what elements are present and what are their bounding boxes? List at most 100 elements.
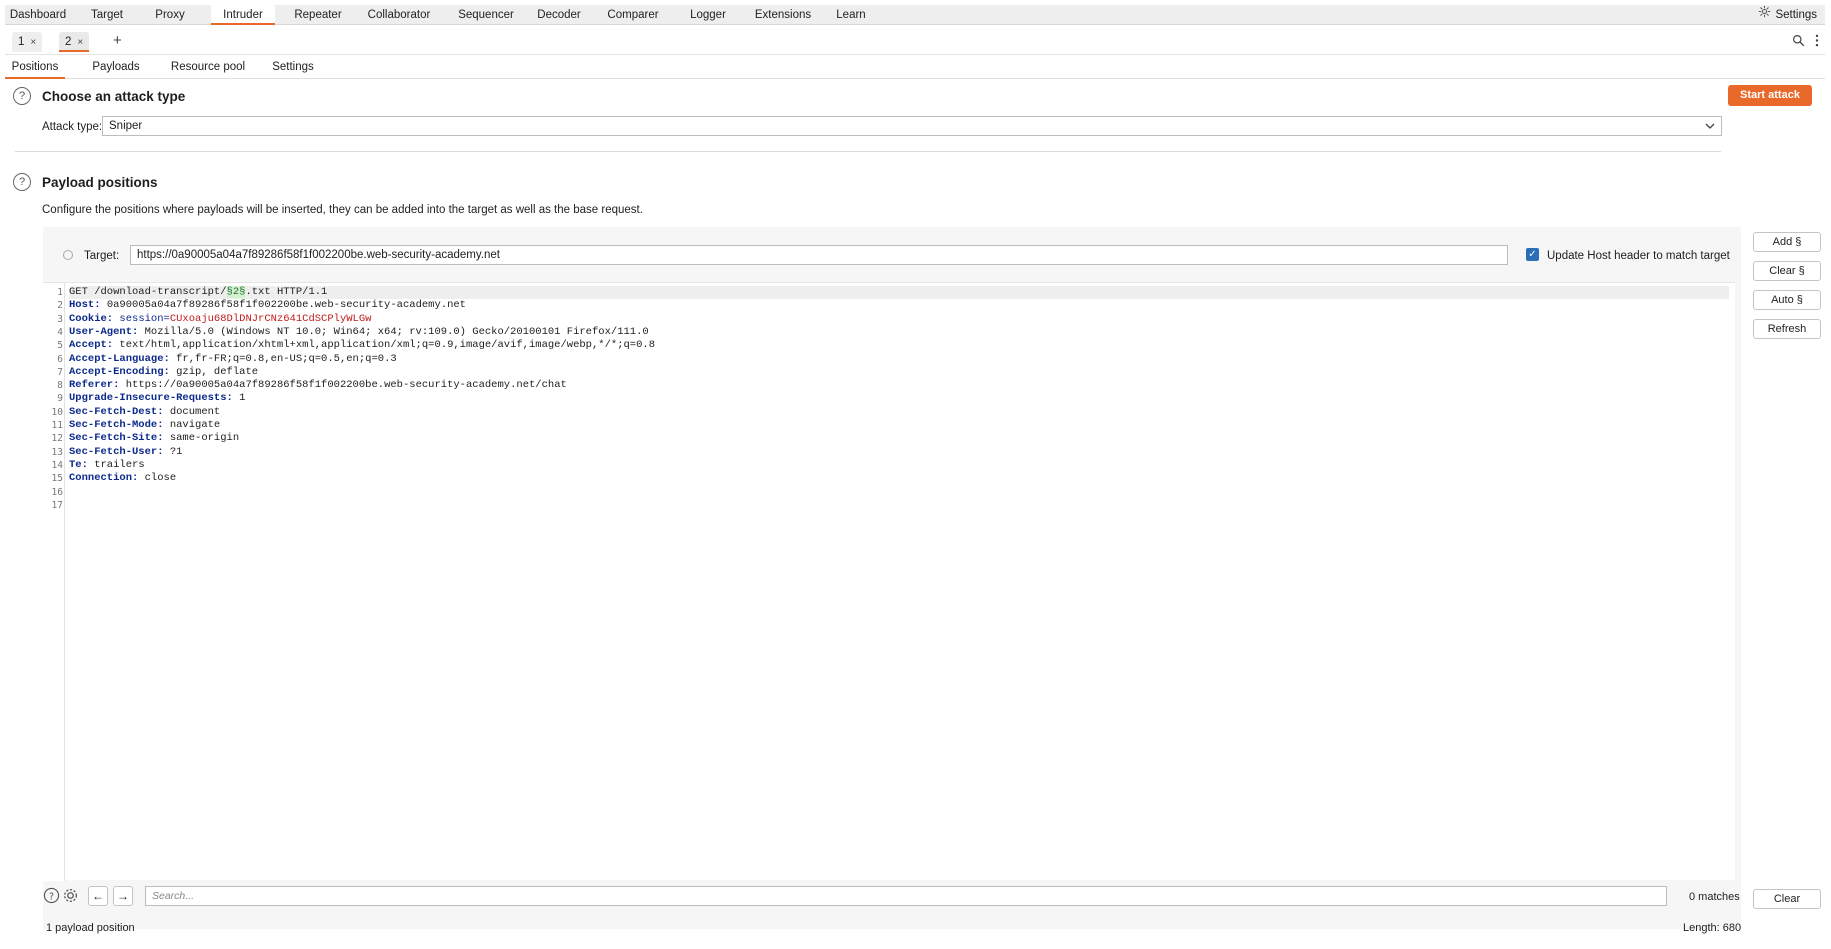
tab-extensions[interactable]: Extensions	[750, 5, 816, 25]
line-number: 3	[57, 313, 63, 325]
header-name: Cookie:	[69, 312, 114, 325]
target-status-icon	[63, 250, 73, 260]
header-line: Sec-Fetch-User: ?1	[69, 446, 1729, 459]
line-number: 7	[57, 366, 63, 378]
header-name: Referer:	[69, 379, 120, 392]
header-line: Host: 0a90005a04a7f89286f58f1f002200be.w…	[69, 299, 1729, 312]
line-number: 14	[51, 459, 63, 471]
header-value: https://0a90005a04a7f89286f58f1f002200be…	[119, 379, 567, 392]
header-line: Referer: https://0a90005a04a7f89286f58f1…	[69, 379, 1729, 392]
header-line: User-Agent: Mozilla/5.0 (Windows NT 10.0…	[69, 326, 1729, 339]
line-number: 5	[57, 340, 63, 352]
payload-positions-description: Configure the positions where payloads w…	[42, 204, 643, 216]
header-line: Accept: text/html,application/xhtml+xml,…	[69, 339, 1729, 352]
line-number: 9	[57, 393, 63, 405]
tab-logger[interactable]: Logger	[685, 5, 731, 25]
header-line: Sec-Fetch-Dest: document	[69, 406, 1729, 419]
tab-collaborator[interactable]: Collaborator	[361, 5, 437, 25]
attack-type-title: Choose an attack type	[42, 89, 186, 104]
payload-position-count: 1 payload position	[46, 922, 135, 934]
clear-search-button[interactable]: Clear	[1753, 889, 1821, 909]
header-value: 0a90005a04a7f89286f58f1f002200be.web-sec…	[100, 299, 466, 312]
section-divider	[15, 151, 1721, 152]
line-number-gutter: 1 2 3 4 5 6 7 8 9 10 11 12 13 14 15 16 17	[43, 283, 65, 881]
header-line: Accept-Language: fr,fr-FR;q=0.8,en-US;q=…	[69, 353, 1729, 366]
add-marker-button[interactable]: Add §	[1753, 232, 1821, 252]
settings-button[interactable]: Settings	[1758, 5, 1817, 25]
help-icon[interactable]: ?	[42, 887, 60, 905]
header-line: Accept-Encoding: gzip, deflate	[69, 366, 1729, 379]
cookie-value: CUxoaju68DlDNJrCNz641CdSCPlyWLGw	[169, 312, 372, 325]
header-value: gzip, deflate	[169, 365, 259, 378]
header-value: close	[138, 472, 177, 485]
gear-icon	[1758, 5, 1771, 25]
header-value: navigate	[163, 419, 221, 431]
tab-dashboard[interactable]: Dashboard	[5, 5, 71, 25]
tab-proxy[interactable]: Proxy	[150, 5, 190, 25]
gear-icon[interactable]	[61, 887, 79, 905]
header-value: same-origin	[163, 432, 240, 445]
tab-repeater[interactable]: Repeater	[289, 5, 347, 25]
start-attack-button[interactable]: Start attack	[1728, 85, 1812, 106]
previous-match-button[interactable]: ←	[88, 886, 108, 906]
header-value: trailers	[87, 458, 145, 471]
attack-type-value: Sniper	[109, 120, 143, 132]
line-number: 13	[51, 446, 63, 458]
line-number: 4	[57, 326, 63, 338]
auto-markers-button[interactable]: Auto §	[1753, 290, 1821, 310]
tab-target[interactable]: Target	[84, 5, 130, 25]
instance-tab-label: 2	[65, 36, 72, 48]
search-icon[interactable]	[1792, 34, 1805, 50]
target-url-input[interactable]: https://0a90005a04a7f89286f58f1f002200be…	[130, 245, 1508, 265]
add-tab-icon[interactable]: +	[113, 32, 122, 49]
payload-marker[interactable]: §2§	[226, 286, 246, 298]
tab-sequencer[interactable]: Sequencer	[454, 5, 518, 25]
subtab-resource-pool[interactable]: Resource pool	[165, 55, 251, 79]
next-match-button[interactable]: →	[113, 886, 133, 906]
clear-markers-button[interactable]: Clear §	[1753, 261, 1821, 281]
tab-decoder[interactable]: Decoder	[535, 5, 583, 25]
request-line: GET /download-transcript/§2§.txt HTTP/1.…	[69, 286, 1729, 299]
close-icon[interactable]: ×	[77, 37, 83, 48]
update-host-checkbox[interactable]: ✓	[1526, 248, 1539, 261]
header-line: Connection: close	[69, 472, 1729, 485]
tab-learn[interactable]: Learn	[831, 5, 871, 25]
header-name: Sec-Fetch-Mode:	[69, 419, 164, 431]
header-name: Sec-Fetch-User:	[69, 445, 164, 458]
tab-intruder[interactable]: Intruder	[211, 5, 275, 25]
arrow-right-icon: →	[117, 889, 129, 903]
request-line-start: GET /download-transcript/	[69, 286, 227, 298]
header-line: Te: trailers	[69, 459, 1729, 472]
instance-tab-bar: 1 × 2 ×	[5, 29, 1825, 55]
line-number: 6	[57, 353, 63, 365]
tab-comparer[interactable]: Comparer	[603, 5, 663, 25]
line-number: 10	[51, 406, 63, 418]
payload-positions-title: Payload positions	[42, 175, 158, 190]
line-number: 16	[51, 486, 63, 498]
header-line: Sec-Fetch-Mode: navigate	[69, 419, 1729, 432]
subtab-positions[interactable]: Positions	[5, 55, 65, 79]
header-name: Sec-Fetch-Dest:	[69, 405, 164, 418]
refresh-button[interactable]: Refresh	[1753, 319, 1821, 339]
help-icon[interactable]: ?	[13, 173, 31, 191]
search-input[interactable]: Search...	[145, 886, 1667, 906]
instance-tools	[1792, 34, 1819, 50]
line-number: 12	[51, 433, 63, 445]
header-line: Upgrade-Insecure-Requests: 1	[69, 392, 1729, 405]
attack-type-select[interactable]: Sniper	[102, 116, 1722, 136]
header-name: Accept-Encoding:	[69, 365, 170, 378]
header-value: text/html,application/xhtml+xml,applicat…	[113, 339, 655, 352]
more-options-icon[interactable]	[1815, 34, 1819, 50]
subtab-settings[interactable]: Settings	[264, 55, 322, 79]
close-icon[interactable]: ×	[30, 37, 36, 48]
subtab-payloads[interactable]: Payloads	[87, 55, 145, 79]
request-length: Length: 680	[1683, 922, 1742, 934]
match-count: 0 matches	[1689, 891, 1740, 903]
line-number: 2	[57, 300, 63, 312]
request-editor[interactable]: 1 2 3 4 5 6 7 8 9 10 11 12 13 14 15 16 17 GET /download-…	[43, 282, 1735, 881]
instance-tab-1[interactable]: 1 ×	[12, 32, 43, 52]
arrow-left-icon: ←	[92, 889, 104, 903]
instance-tab-2[interactable]: 2 ×	[59, 32, 90, 52]
help-icon[interactable]: ?	[13, 87, 31, 105]
header-name: User-Agent:	[69, 325, 139, 338]
